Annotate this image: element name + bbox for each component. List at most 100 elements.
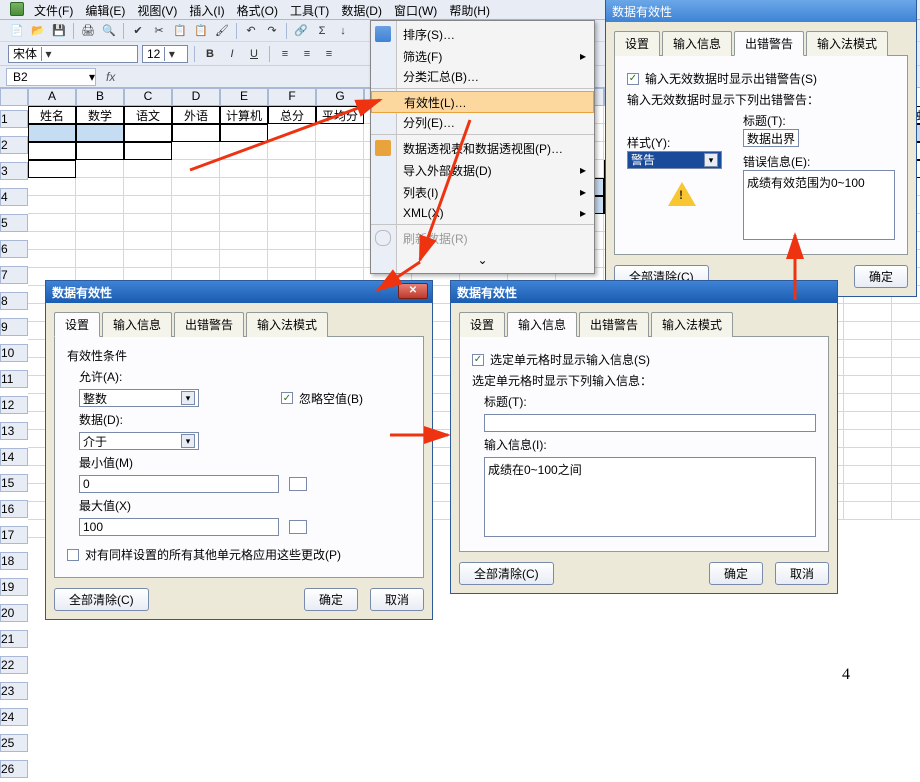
row-header[interactable]: 2 — [0, 136, 28, 154]
ok-button[interactable]: 确定 — [709, 562, 763, 585]
tab-input-message[interactable]: 输入信息 — [507, 312, 577, 337]
cell[interactable] — [844, 466, 892, 484]
col-header[interactable]: G — [316, 88, 364, 106]
cell[interactable] — [76, 196, 124, 214]
cell[interactable] — [892, 304, 920, 322]
menu-item-import[interactable]: 导入外部数据(D)▸ — [371, 159, 594, 181]
cell[interactable] — [844, 304, 892, 322]
menu-file[interactable]: 文件(F) — [28, 0, 79, 19]
allow-dropdown[interactable]: 整数▾ — [79, 389, 199, 407]
open-icon[interactable]: 📂 — [29, 22, 47, 40]
ok-button[interactable]: 确定 — [854, 265, 908, 288]
redo-icon[interactable]: ↷ — [263, 22, 281, 40]
col-header[interactable]: D — [172, 88, 220, 106]
row-header[interactable]: 4 — [0, 188, 28, 206]
cell[interactable] — [124, 232, 172, 250]
row-header[interactable]: 23 — [0, 682, 28, 700]
row-header[interactable]: 20 — [0, 604, 28, 622]
cell[interactable] — [172, 142, 220, 160]
cell[interactable] — [76, 124, 124, 142]
cell[interactable] — [220, 160, 268, 178]
data-dropdown[interactable]: 介于▾ — [79, 432, 199, 450]
tab-settings[interactable]: 设置 — [459, 312, 505, 337]
cell[interactable] — [892, 466, 920, 484]
row-header[interactable]: 8 — [0, 292, 28, 310]
cell[interactable] — [124, 124, 172, 142]
cell[interactable] — [76, 160, 124, 178]
new-icon[interactable]: 📄 — [8, 22, 26, 40]
row-header[interactable]: 12 — [0, 396, 28, 414]
show-error-checkbox[interactable]: ✓ — [627, 73, 639, 85]
sum-icon[interactable]: Σ — [313, 22, 331, 40]
cell[interactable] — [172, 250, 220, 268]
cancel-button[interactable]: 取消 — [370, 588, 424, 611]
cell[interactable] — [220, 214, 268, 232]
ignore-blank-checkbox[interactable]: ✓ — [281, 392, 293, 404]
font-size-combo[interactable]: 12 ▾ — [142, 45, 188, 63]
cell[interactable] — [268, 142, 316, 160]
row-header[interactable]: 6 — [0, 240, 28, 258]
menu-edit[interactable]: 编辑(E) — [79, 0, 131, 19]
show-input-checkbox[interactable]: ✓ — [472, 354, 484, 366]
row-header[interactable]: 21 — [0, 630, 28, 648]
align-left-icon[interactable]: ≡ — [276, 45, 294, 63]
cell[interactable] — [268, 178, 316, 196]
tab-error-alert[interactable]: 出错警告 — [734, 31, 804, 56]
max-input[interactable]: 100 — [79, 518, 279, 536]
menu-item-validation[interactable]: 有效性(L)… — [371, 91, 594, 113]
save-icon[interactable]: 💾 — [50, 22, 68, 40]
row-header[interactable]: 13 — [0, 422, 28, 440]
cell[interactable] — [316, 160, 364, 178]
cell[interactable] — [892, 502, 920, 520]
row-header[interactable]: 19 — [0, 578, 28, 596]
clear-all-button[interactable]: 全部清除(C) — [54, 588, 149, 611]
menu-window[interactable]: 窗口(W) — [388, 0, 443, 19]
name-box[interactable]: B2 ▾ — [6, 68, 96, 86]
cell[interactable] — [124, 196, 172, 214]
cell[interactable] — [316, 250, 364, 268]
cell[interactable] — [220, 142, 268, 160]
cell[interactable]: 总分 — [268, 106, 316, 124]
cell[interactable] — [28, 124, 76, 142]
row-header[interactable]: 3 — [0, 162, 28, 180]
menu-expand[interactable]: ⌄ — [371, 249, 594, 271]
range-select-icon[interactable] — [289, 520, 307, 534]
row-header[interactable]: 22 — [0, 656, 28, 674]
cell[interactable] — [172, 124, 220, 142]
cell[interactable] — [28, 232, 76, 250]
format-painter-icon[interactable]: 🖌 — [213, 22, 231, 40]
row-header[interactable]: 24 — [0, 708, 28, 726]
input-msg-input[interactable]: 成绩在0~100之间 — [484, 457, 816, 537]
cell[interactable] — [172, 196, 220, 214]
sort-asc-icon[interactable]: ↓ — [334, 22, 352, 40]
tab-error-alert[interactable]: 出错警告 — [579, 312, 649, 337]
row-header[interactable]: 14 — [0, 448, 28, 466]
row-header[interactable]: 17 — [0, 526, 28, 544]
cell[interactable] — [892, 484, 920, 502]
close-icon[interactable]: ✕ — [398, 283, 428, 299]
row-header[interactable]: 26 — [0, 760, 28, 778]
cell[interactable] — [316, 124, 364, 142]
cell[interactable] — [268, 124, 316, 142]
cell[interactable] — [892, 412, 920, 430]
cell[interactable] — [316, 142, 364, 160]
row-header[interactable]: 11 — [0, 370, 28, 388]
tab-input-message[interactable]: 输入信息 — [102, 312, 172, 337]
menu-item-subtotal[interactable]: 分类汇总(B)… — [371, 67, 594, 89]
input-title-input[interactable] — [484, 414, 816, 432]
cell[interactable] — [124, 250, 172, 268]
cell[interactable] — [124, 178, 172, 196]
cell[interactable] — [220, 250, 268, 268]
cell[interactable] — [220, 124, 268, 142]
cell[interactable] — [268, 196, 316, 214]
dialog-titlebar[interactable]: 数据有效性✕ — [46, 281, 432, 303]
cell[interactable] — [172, 178, 220, 196]
menu-item-sort[interactable]: 排序(S)… — [371, 23, 594, 45]
cell[interactable] — [316, 178, 364, 196]
cell[interactable] — [76, 178, 124, 196]
cell[interactable] — [844, 322, 892, 340]
cell[interactable] — [892, 322, 920, 340]
cell[interactable]: 姓名 — [28, 106, 76, 124]
cell[interactable] — [76, 250, 124, 268]
tab-ime[interactable]: 输入法模式 — [806, 31, 888, 56]
